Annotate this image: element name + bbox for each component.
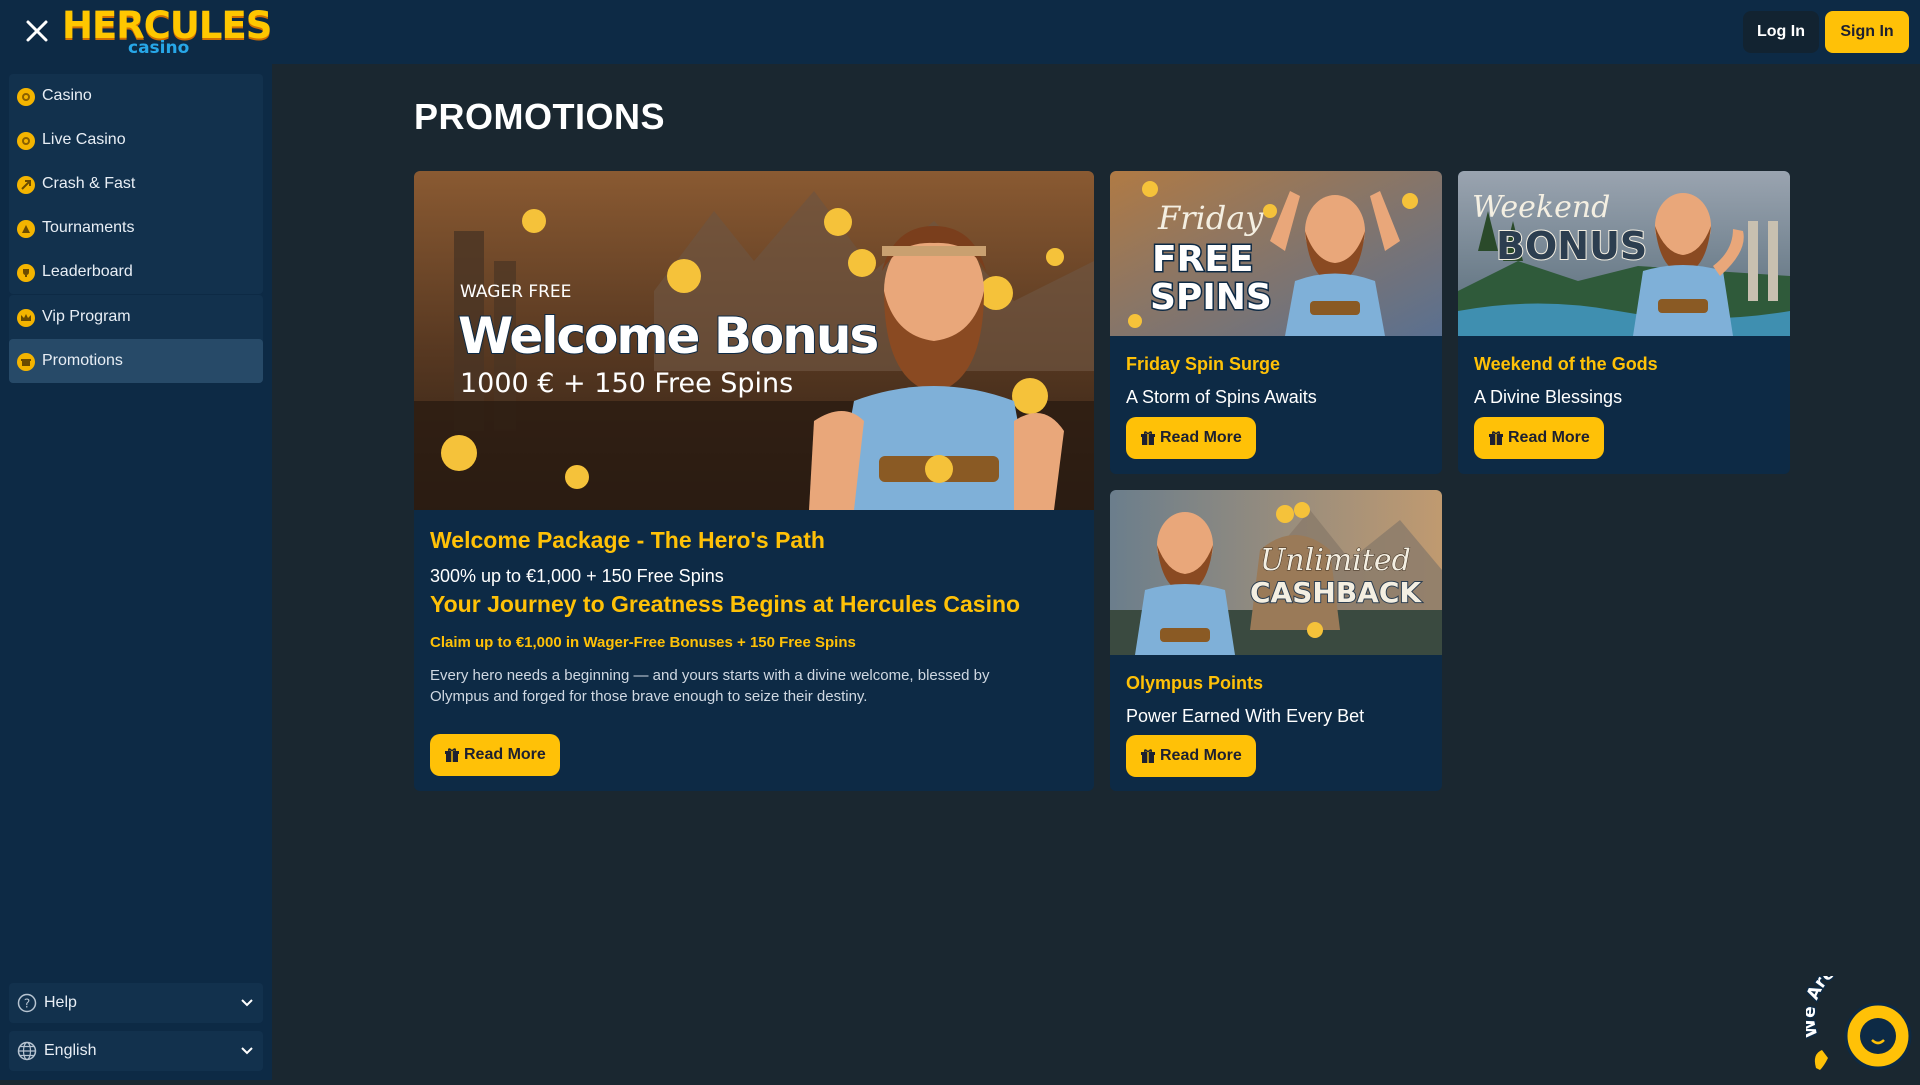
sidebar-item-leaderboard[interactable]: Leaderboard (9, 250, 263, 294)
vip-crown-icon (17, 309, 35, 327)
globe-icon (17, 1041, 37, 1061)
card-claim-text: Claim up to €1,000 in Wager-Free Bonuses… (430, 634, 856, 651)
gift-icon (1141, 431, 1155, 445)
svg-text:Friday: Friday (1157, 199, 1264, 237)
help-circle-icon: ? (17, 993, 37, 1013)
svg-text:CASHBACK: CASHBACK (1250, 576, 1422, 609)
friday-free-spins-banner[interactable]: Friday FREE SPINS (1110, 171, 1442, 336)
card-subtitle: A Storm of Spins Awaits (1126, 387, 1317, 407)
sidebar-item-label: Crash & Fast (42, 175, 136, 192)
log-in-button[interactable]: Log In (1743, 11, 1819, 53)
hercules-hero-illustration: WAGER FREE Welcome Bonus 1000 € + 150 Fr… (414, 171, 1094, 510)
sidebar-item-vip-program[interactable]: Vip Program (9, 295, 263, 339)
sidebar-item-casino[interactable]: Casino (9, 74, 263, 118)
card-description-line2: Olympus and forged for those brave enoug… (430, 688, 868, 705)
weekend-hercules-illustration: Weekend BONUS (1458, 171, 1790, 336)
banner-offer: 1000 € + 150 Free Spins (460, 368, 793, 399)
waving-hand-icon (1814, 1050, 1828, 1070)
casino-chip-icon (17, 88, 35, 106)
sidebar-item-label: Live Casino (42, 131, 126, 148)
chevron-down-icon (241, 1047, 253, 1055)
sidebar-item-crash-fast[interactable]: Crash & Fast (9, 162, 263, 206)
chat-bubble-icon (1860, 1018, 1896, 1054)
svg-text:Unlimited: Unlimited (1260, 543, 1411, 578)
sidebar-group-rewards: Vip Program Promotions (9, 295, 263, 383)
close-menu-button[interactable] (22, 16, 52, 46)
hercules-casino-logo[interactable]: HERCULES casino (62, 6, 272, 60)
read-more-button[interactable]: Read More (430, 734, 560, 776)
sidebar-item-label: Promotions (42, 352, 123, 369)
live-casino-icon (17, 132, 35, 150)
promotions-gift-icon (17, 353, 35, 371)
svg-text:?: ? (24, 997, 30, 1011)
page-title: PROMOTIONS (414, 96, 666, 137)
svg-text:FREE: FREE (1152, 239, 1254, 280)
help-dropdown[interactable]: ? Help (9, 983, 263, 1023)
sidebar-item-label: Leaderboard (42, 263, 133, 280)
sidebar-item-label: Vip Program (42, 308, 131, 325)
read-more-label: Read More (464, 746, 546, 763)
card-headline: Your Journey to Greatness Begins at Herc… (430, 591, 1021, 617)
top-bar: HERCULES casino Log In Sign In (0, 0, 1920, 64)
live-chat-widget[interactable]: We Are Here (1797, 947, 1920, 1080)
friday-hercules-illustration: Friday FREE SPINS (1110, 171, 1442, 336)
gift-icon (1489, 431, 1503, 445)
sidebar: Casino Live Casino Crash & Fast Tourname… (0, 64, 272, 1080)
friday-spin-surge-card: Friday FREE SPINS Friday Spin Surge A St… (1110, 171, 1442, 474)
welcome-bonus-banner[interactable]: WAGER FREE Welcome Bonus 1000 € + 150 Fr… (414, 171, 1094, 510)
sidebar-item-label: Casino (42, 87, 92, 104)
card-description-line1: Every hero needs a beginning — and yours… (430, 667, 990, 684)
card-title: Weekend of the Gods (1474, 354, 1658, 374)
read-more-label: Read More (1160, 429, 1242, 446)
read-more-button[interactable]: Read More (1126, 735, 1256, 777)
welcome-package-card: WAGER FREE Welcome Bonus 1000 € + 150 Fr… (414, 171, 1094, 791)
read-more-button[interactable]: Read More (1474, 417, 1604, 459)
card-subtitle: Power Earned With Every Bet (1126, 706, 1365, 726)
card-subtitle: A Divine Blessings (1474, 387, 1623, 407)
chevron-down-icon (241, 999, 253, 1007)
sidebar-group-games: Casino Live Casino Crash & Fast Tourname… (9, 74, 263, 294)
crash-rocket-icon (17, 176, 35, 194)
svg-text:BONUS: BONUS (1496, 224, 1647, 268)
unlimited-cashback-banner[interactable]: Unlimited CASHBACK (1110, 490, 1442, 655)
card-title: Friday Spin Surge (1126, 354, 1281, 374)
read-more-label: Read More (1508, 429, 1590, 446)
weekend-bonus-banner[interactable]: Weekend BONUS (1458, 171, 1790, 336)
card-offer: 300% up to €1,000 + 150 Free Spins (430, 566, 724, 586)
gift-icon (445, 748, 459, 762)
svg-text:SPINS: SPINS (1150, 277, 1272, 318)
language-dropdown[interactable]: English (9, 1031, 263, 1071)
sign-in-button[interactable]: Sign In (1825, 11, 1909, 53)
svg-text:Weekend: Weekend (1472, 190, 1610, 225)
tournament-trophy-icon (17, 220, 35, 238)
banner-title: Welcome Bonus (458, 307, 877, 365)
sidebar-item-label: Tournaments (42, 219, 135, 236)
olympus-points-card: Unlimited CASHBACK Olympus Points Power … (1110, 490, 1442, 791)
logo-subtitle: casino (128, 38, 190, 58)
leaderboard-trophy-icon (17, 264, 35, 282)
banner-wager-free: WAGER FREE (460, 282, 571, 302)
read-more-label: Read More (1160, 747, 1242, 764)
card-title: Olympus Points (1126, 673, 1264, 693)
gift-icon (1141, 749, 1155, 763)
sidebar-item-promotions[interactable]: Promotions (9, 339, 263, 383)
read-more-button[interactable]: Read More (1126, 417, 1256, 459)
cashback-hercules-illustration: Unlimited CASHBACK (1110, 490, 1442, 655)
language-label: English (44, 1042, 97, 1059)
help-label: Help (44, 994, 77, 1011)
sidebar-item-tournaments[interactable]: Tournaments (9, 206, 263, 250)
close-icon (26, 20, 48, 42)
card-title: Welcome Package - The Hero's Path (430, 527, 825, 553)
weekend-of-the-gods-card: Weekend BONUS Weekend of the Gods A Divi… (1458, 171, 1790, 474)
sidebar-item-live-casino[interactable]: Live Casino (9, 118, 263, 162)
